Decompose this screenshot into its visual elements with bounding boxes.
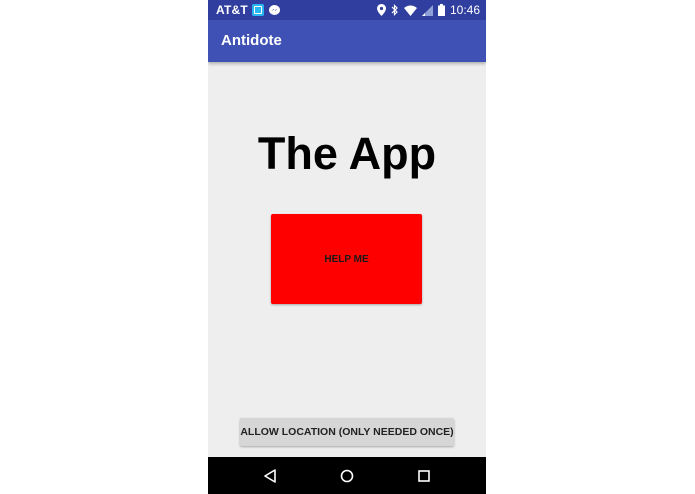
help-me-button[interactable]: HELP ME <box>271 214 422 304</box>
bluetooth-icon <box>391 4 398 16</box>
messenger-icon <box>268 4 280 15</box>
clock: 10:46 <box>449 3 480 17</box>
headline: The App <box>257 128 437 179</box>
status-left: AT&T <box>216 3 281 17</box>
battery-icon <box>437 4 445 16</box>
carrier-label: AT&T <box>216 3 248 17</box>
recents-icon[interactable] <box>413 465 435 487</box>
app-bar: Antidote <box>208 20 486 62</box>
app-notification-icon <box>251 4 264 16</box>
status-right: 10:46 <box>376 3 480 17</box>
phone-screen: AT&T 10:46 Antidote The App HELP ME ALLO… <box>208 0 486 494</box>
wifi-icon <box>403 5 417 16</box>
app-title: Antidote <box>221 32 282 49</box>
navigation-bar <box>208 457 486 494</box>
home-icon[interactable] <box>336 465 358 487</box>
back-icon[interactable] <box>259 465 281 487</box>
status-bar: AT&T 10:46 <box>208 0 486 20</box>
allow-location-button[interactable]: ALLOW LOCATION (ONLY NEEDED ONCE) <box>240 418 454 446</box>
location-icon <box>376 4 386 16</box>
signal-icon <box>421 4 433 16</box>
